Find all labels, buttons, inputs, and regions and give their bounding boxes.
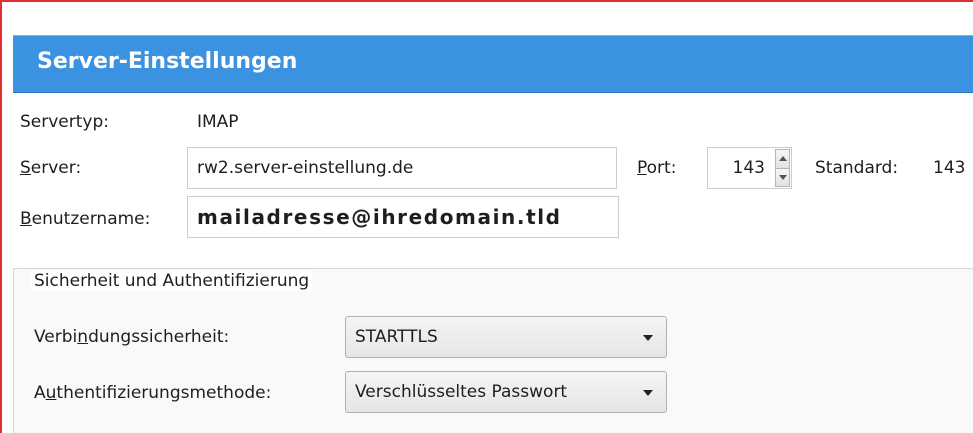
connection-security-value: STARTTLS <box>355 327 438 347</box>
auth-method-label: Authentifizierungsmethode: <box>34 383 271 403</box>
port-label: Port: <box>637 158 676 178</box>
server-type-value: IMAP <box>197 112 239 132</box>
port-input-value: 143 <box>732 158 765 178</box>
server-label-accesskey: S <box>20 158 31 178</box>
chevron-down-icon <box>643 390 653 396</box>
port-spinner <box>775 149 790 187</box>
auth-method-label-accesskey: u <box>45 383 57 403</box>
security-group-legend: Sicherheit und Authentifizierung <box>31 271 313 291</box>
connection-security-label-accesskey: n <box>77 327 89 347</box>
port-label-accesskey: P <box>637 158 647 178</box>
auth-method-label-pre: A <box>34 383 46 403</box>
auth-method-select[interactable]: Verschlüsseltes Passwort <box>345 371 667 413</box>
triangle-down-icon <box>778 174 787 180</box>
auth-method-value: Verschlüsseltes Passwort <box>355 382 568 402</box>
port-default-label: Standard: <box>815 158 899 178</box>
username-label: Benutzername: <box>20 209 150 229</box>
connection-security-select[interactable]: STARTTLS <box>345 316 667 358</box>
port-stepper[interactable]: 143 <box>707 147 792 189</box>
section-header: Server-Einstellungen <box>13 35 973 93</box>
server-input[interactable]: rw2.server-einstellung.de <box>187 147 617 189</box>
username-label-rest: enutzername: <box>31 209 151 229</box>
section-title: Server-Einstellungen <box>37 49 298 74</box>
server-label-rest: erver: <box>30 158 82 178</box>
triangle-up-icon <box>778 156 787 162</box>
port-increment-button[interactable] <box>775 149 790 169</box>
server-type-label: Servertyp: <box>20 112 109 132</box>
port-label-rest: ort: <box>646 158 677 178</box>
auth-method-label-post: thentifizierungsmethode: <box>56 383 272 403</box>
username-input[interactable]: mailadresse@ihredomain.tld <box>187 196 619 238</box>
connection-security-label-pre: Verbi <box>34 327 78 347</box>
server-input-value: rw2.server-einstellung.de <box>197 158 414 178</box>
server-label: Server: <box>20 158 81 178</box>
port-default-value: 143 <box>933 158 966 178</box>
port-decrement-button[interactable] <box>775 168 790 187</box>
username-input-value: mailadresse@ihredomain.tld <box>197 205 562 229</box>
connection-security-label: Verbindungssicherheit: <box>34 327 229 347</box>
chevron-down-icon <box>643 335 653 341</box>
connection-security-label-post: dungssicherheit: <box>88 327 230 347</box>
username-label-accesskey: B <box>20 209 32 229</box>
